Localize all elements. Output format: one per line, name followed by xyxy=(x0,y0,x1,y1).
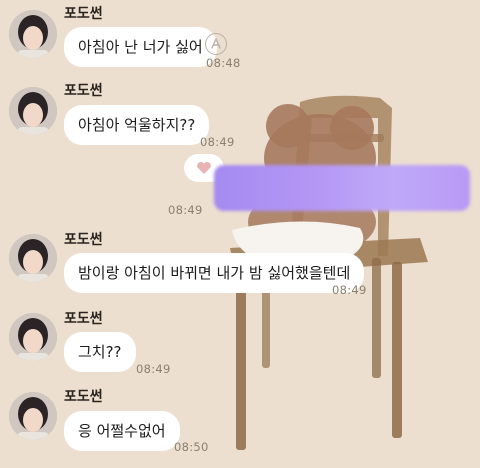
message-time: 08:49 xyxy=(332,283,367,297)
message-time: 08:50 xyxy=(174,440,209,454)
sender-name: 포도썬 xyxy=(64,232,103,248)
reply-icon[interactable] xyxy=(205,33,227,55)
sender-name: 포도썬 xyxy=(64,311,103,327)
sender-avatar[interactable] xyxy=(9,234,57,282)
sender-avatar[interactable] xyxy=(9,87,57,135)
message-bubble[interactable]: 응 어쩔수없어 xyxy=(64,411,180,451)
message-bubble[interactable]: 아침아 난 너가 싫어 xyxy=(64,27,217,67)
message-bubble[interactable]: 밤이랑 아침이 바뀌면 내가 밤 싫어했을텐데 xyxy=(64,253,365,293)
sender-avatar[interactable] xyxy=(9,313,57,361)
message-bubble[interactable]: 그치?? xyxy=(64,332,136,372)
sender-avatar[interactable] xyxy=(9,10,57,58)
message-time: 08:48 xyxy=(206,56,241,70)
my-message-time: 08:49 xyxy=(168,203,203,217)
sender-avatar[interactable] xyxy=(9,392,57,440)
message-time: 08:49 xyxy=(136,362,171,376)
sender-name: 포도썬 xyxy=(64,389,103,405)
sender-name: 포도썬 xyxy=(64,6,103,22)
censored-message xyxy=(214,165,470,211)
message-bubble[interactable]: 아침아 억울하지?? xyxy=(64,105,210,145)
sender-name: 포도썬 xyxy=(64,83,103,99)
heart-reaction-icon xyxy=(197,161,211,174)
message-time: 08:49 xyxy=(200,135,235,149)
